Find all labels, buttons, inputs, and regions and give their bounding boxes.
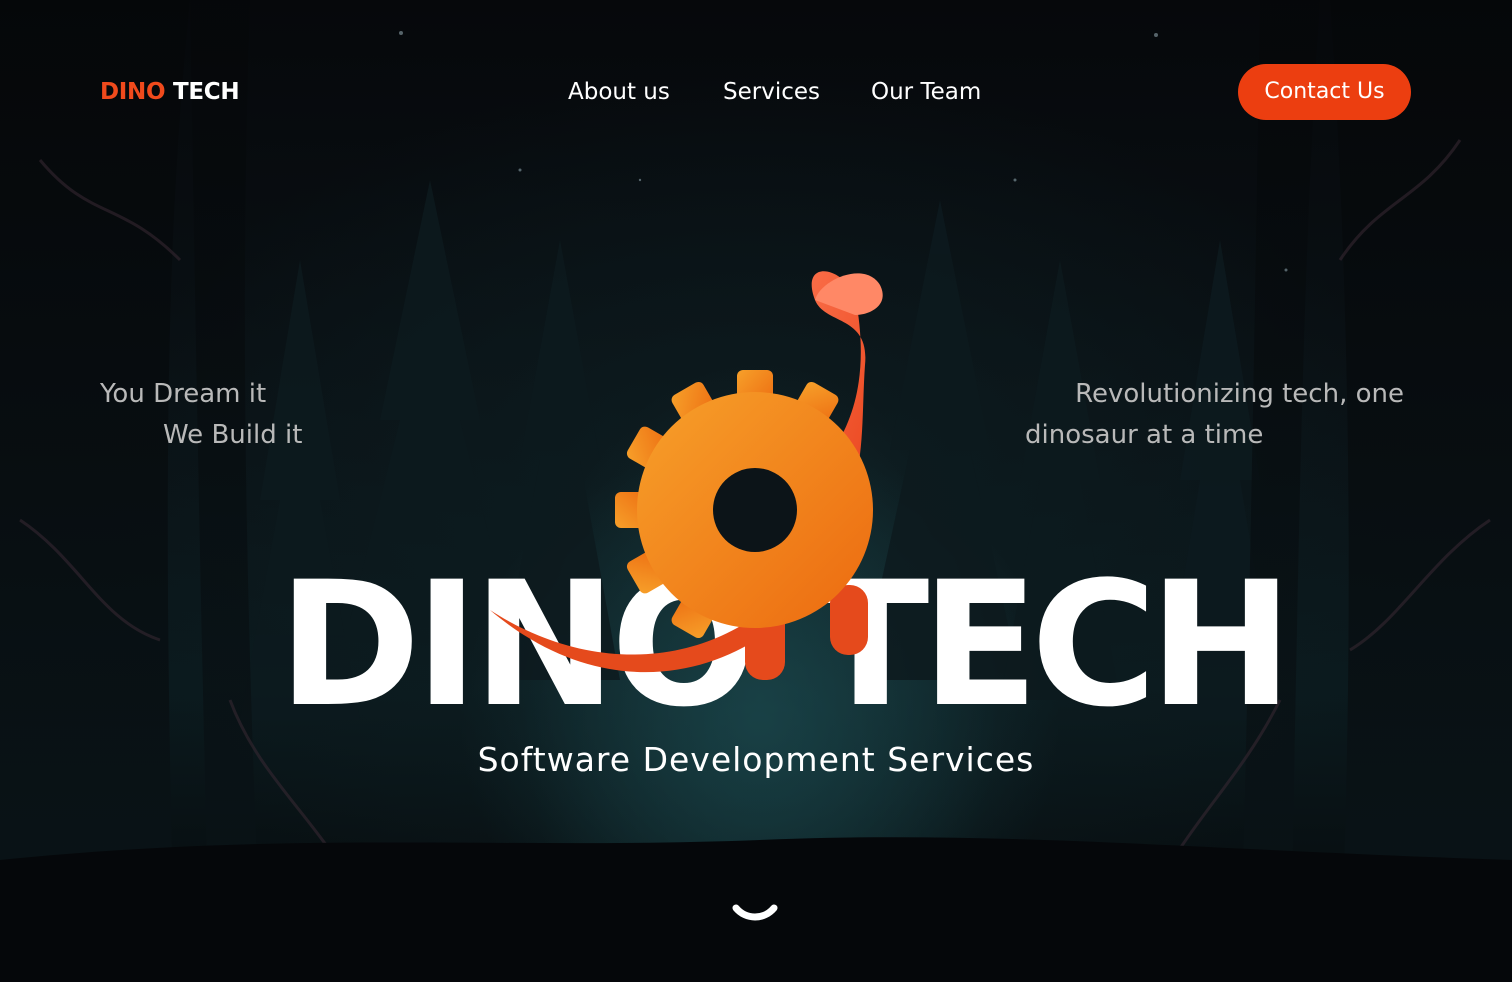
hero-section: DINO TECH About us Services Our Team Con… <box>0 0 1512 982</box>
dino-gear-logo-icon <box>490 271 883 680</box>
hero-subtitle: Software Development Services <box>477 740 1035 779</box>
contact-us-button[interactable]: Contact Us <box>1238 64 1411 120</box>
right-tagline-line2: dinosaur at a time <box>1025 420 1264 450</box>
chevron-down-icon[interactable] <box>728 896 782 932</box>
nav-about-us[interactable]: About us <box>568 74 670 110</box>
brand-part-tech: TECH <box>172 79 240 105</box>
nav-our-team[interactable]: Our Team <box>871 74 981 110</box>
left-tagline-line1: You Dream it <box>100 379 267 409</box>
brand-logo[interactable]: DINO TECH <box>100 76 240 108</box>
right-tagline-line1: Revolutionizing tech, one <box>1075 379 1404 409</box>
brand-part-dino: DINO <box>100 79 166 105</box>
nav-services[interactable]: Services <box>723 74 820 110</box>
left-tagline-line2: We Build it <box>163 420 303 450</box>
